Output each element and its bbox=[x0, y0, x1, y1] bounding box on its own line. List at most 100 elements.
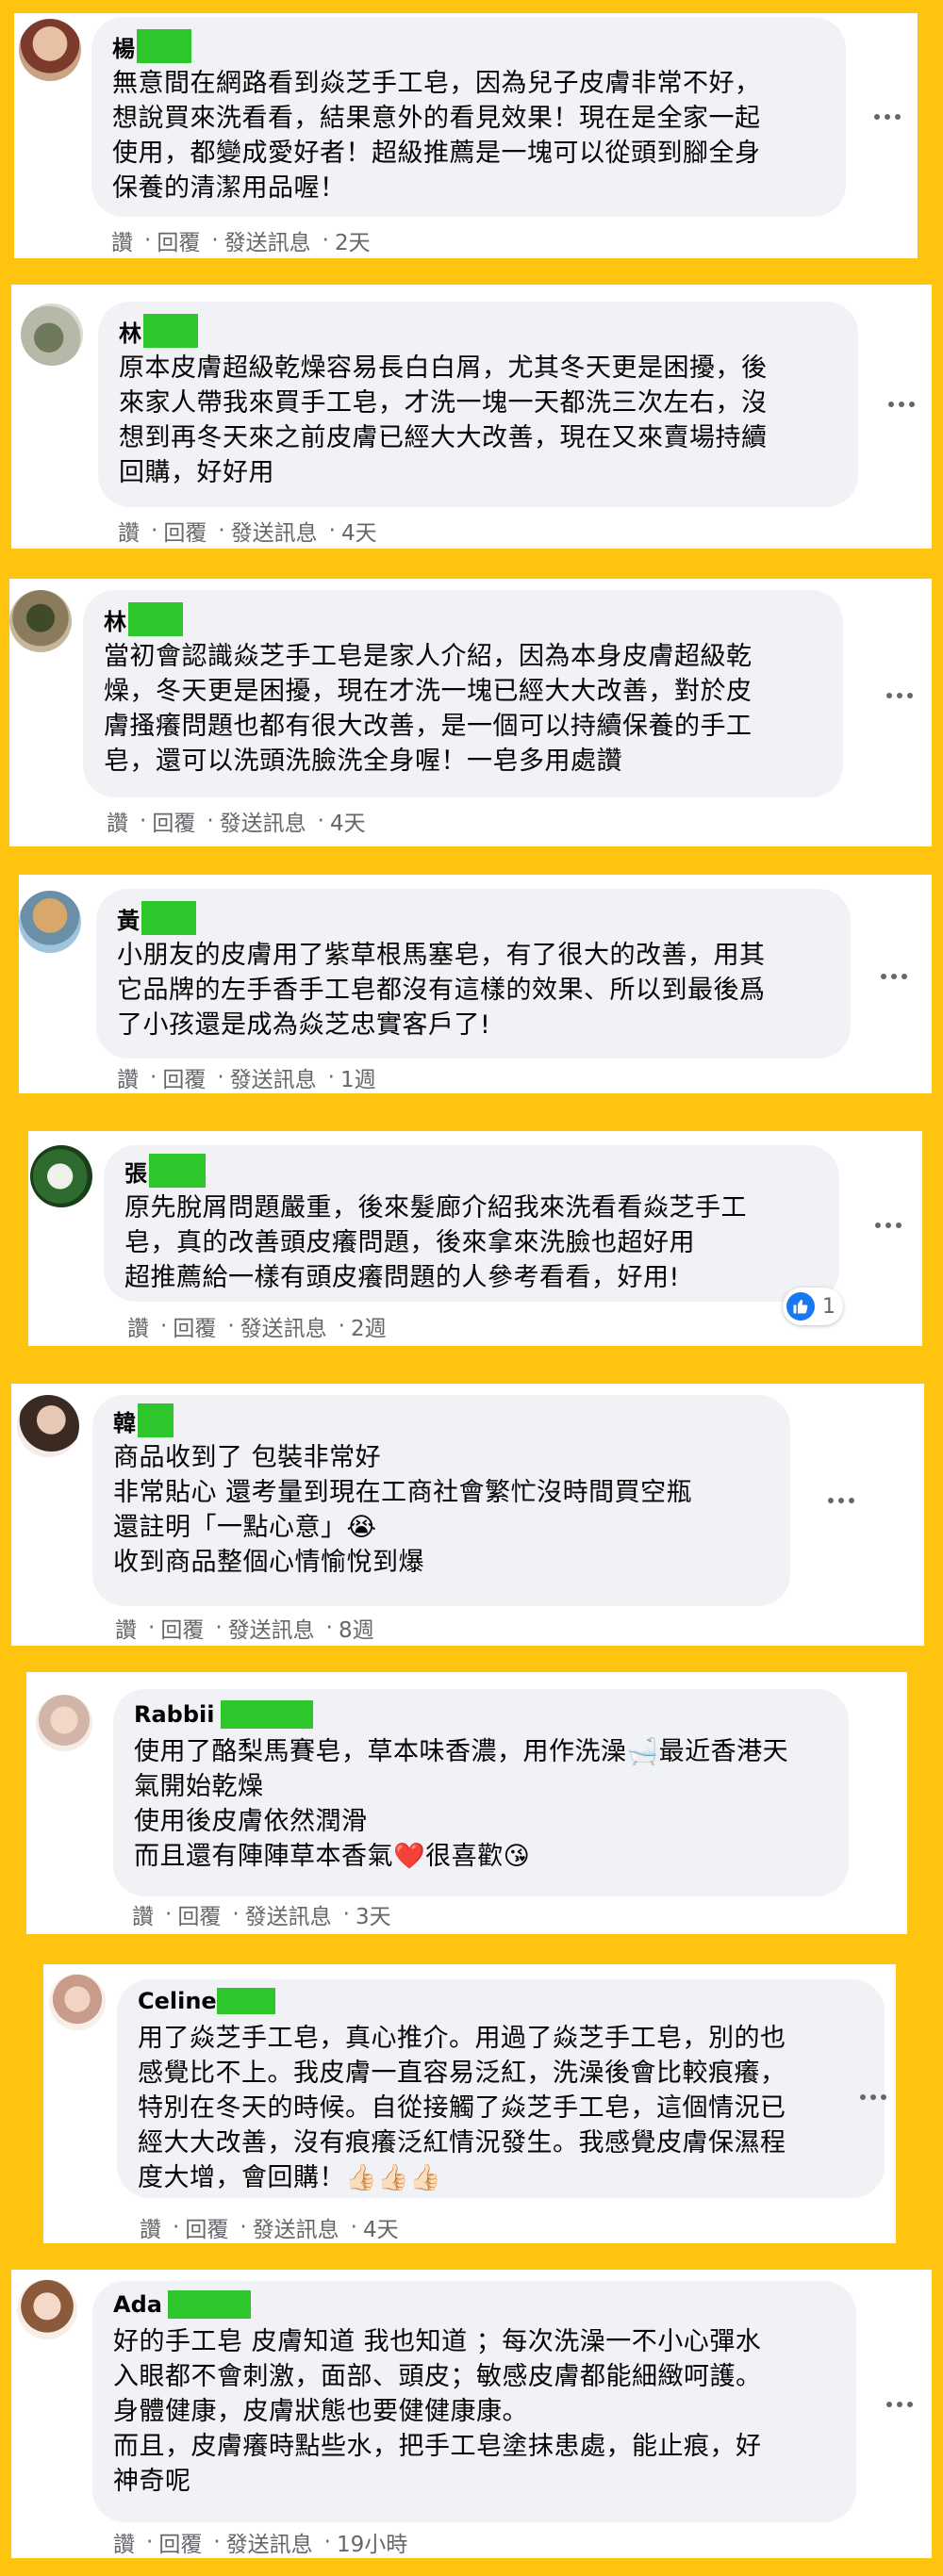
like-link[interactable]: 讚 bbox=[107, 805, 128, 837]
avatar[interactable] bbox=[36, 1695, 92, 1751]
name-redaction bbox=[216, 1988, 275, 2014]
timestamp[interactable]: 4天 bbox=[330, 805, 366, 837]
send-message-link[interactable]: 發送訊息 bbox=[231, 515, 318, 547]
comment-bubble: Rabbii 使用了酪梨馬賽皂，草本味香濃，用作洗澡🛁最近香港天 氣開始乾燥 使… bbox=[113, 1689, 849, 1896]
comment-text: 原先脫屑問題嚴重，後來髮廊介紹我來洗看看焱芝手工 皂，真的改善頭皮癢問題，後來拿… bbox=[124, 1193, 747, 1292]
like-link[interactable]: 讚 bbox=[127, 1310, 149, 1342]
avatar[interactable] bbox=[19, 891, 81, 953]
avatar[interactable] bbox=[9, 590, 72, 652]
name-redaction bbox=[220, 1700, 313, 1729]
like-link[interactable]: 讚 bbox=[140, 2211, 161, 2243]
comment-card: 張 原先脫屑問題嚴重，後來髮廊介紹我來洗看看焱芝手工 皂，真的改善頭皮癢問題，後… bbox=[28, 1131, 922, 1346]
more-options-icon[interactable] bbox=[828, 1498, 854, 1503]
comment-card: Rabbii 使用了酪梨馬賽皂，草本味香濃，用作洗澡🛁最近香港天 氣開始乾燥 使… bbox=[26, 1672, 907, 1934]
send-message-link[interactable]: 發送訊息 bbox=[224, 224, 311, 256]
more-options-icon[interactable] bbox=[875, 1222, 902, 1228]
name-redaction bbox=[149, 1154, 206, 1188]
comment-text: 當初會認識焱芝手工皂是家人介紹，因為本身皮膚超級乾 燥，冬天更是困擾，現在才洗一… bbox=[104, 642, 753, 776]
like-link[interactable]: 讚 bbox=[118, 515, 140, 547]
comment-card: 韓 商品收到了 包裝非常好 非常貼心 還考量到現在工商社會繁忙沒時間買空瓶 還註… bbox=[11, 1384, 924, 1646]
comment-actions: 讚 · 回覆 · 發送訊息 · 19小時 bbox=[113, 2526, 413, 2558]
send-message-link[interactable]: 發送訊息 bbox=[245, 1898, 332, 1930]
comment-text: 使用了酪梨馬賽皂，草本味香濃，用作洗澡🛁最近香港天 氣開始乾燥 使用後皮膚依然潤… bbox=[134, 1737, 789, 1871]
name-redaction bbox=[167, 2290, 251, 2319]
reply-link[interactable]: 回覆 bbox=[152, 805, 195, 837]
send-message-link[interactable]: 發送訊息 bbox=[230, 1061, 317, 1093]
comment-card: 楊 無意間在網路看到焱芝手工皂，因為兒子皮膚非常不好， 想說買來洗看看，結果意外… bbox=[14, 13, 918, 258]
like-link[interactable]: 讚 bbox=[113, 2526, 135, 2558]
reply-link[interactable]: 回覆 bbox=[160, 1612, 204, 1644]
comment-card: 林 原本皮膚超級乾燥容易長白白屑，尤其冬天更是困擾，後 來家人帶我來買手工皂，才… bbox=[11, 285, 932, 549]
commenter-name[interactable]: 林 bbox=[119, 315, 141, 348]
comment-card: Celine 用了焱芝手工皂，真心推介。用過了焱芝手工皂，別的也 感覺比不上。我… bbox=[43, 1964, 896, 2243]
commenter-name[interactable]: Celine bbox=[138, 1988, 217, 2014]
send-message-link[interactable]: 發送訊息 bbox=[253, 2211, 339, 2243]
commenter-name[interactable]: 楊 bbox=[112, 30, 135, 63]
reply-link[interactable]: 回覆 bbox=[162, 1061, 206, 1093]
comment-card: Ada 好的手工皂 皮膚知道 我也知道 ；每次洗澡一不小心彈水 入眼都不會刺激，… bbox=[11, 2270, 932, 2558]
more-options-icon[interactable] bbox=[881, 974, 907, 979]
send-message-link[interactable]: 發送訊息 bbox=[228, 1612, 315, 1644]
commenter-name[interactable]: 黃 bbox=[117, 902, 140, 935]
avatar[interactable] bbox=[17, 1395, 79, 1457]
timestamp[interactable]: 8週 bbox=[339, 1612, 374, 1644]
comment-bubble: 林 原本皮膚超級乾燥容易長白白屑，尤其冬天更是困擾，後 來家人帶我來買手工皂，才… bbox=[98, 302, 858, 507]
more-options-icon[interactable] bbox=[886, 693, 913, 698]
timestamp[interactable]: 2週 bbox=[351, 1310, 387, 1342]
comment-card: 黃 小朋友的皮膚用了紫草根馬塞皂，有了很大的改善，用其 它品牌的左手香手工皂都沒… bbox=[19, 875, 932, 1093]
commenter-name[interactable]: 林 bbox=[104, 603, 126, 636]
more-options-icon[interactable] bbox=[888, 402, 915, 407]
avatar[interactable] bbox=[21, 304, 83, 366]
reply-link[interactable]: 回覆 bbox=[173, 1310, 216, 1342]
reply-link[interactable]: 回覆 bbox=[158, 2526, 202, 2558]
thumbs-up-icon bbox=[786, 1292, 815, 1321]
more-options-icon[interactable] bbox=[874, 114, 901, 120]
like-link[interactable]: 讚 bbox=[117, 1061, 139, 1093]
commenter-name[interactable]: 韓 bbox=[113, 1404, 136, 1437]
comment-bubble: Celine 用了焱芝手工皂，真心推介。用過了焱芝手工皂，別的也 感覺比不上。我… bbox=[117, 1979, 885, 2198]
reply-link[interactable]: 回覆 bbox=[185, 2211, 228, 2243]
more-options-icon[interactable] bbox=[860, 2094, 886, 2100]
name-redaction bbox=[143, 314, 198, 348]
comment-text: 原本皮膚超級乾燥容易長白白屑，尤其冬天更是困擾，後 來家人帶我來買手工皂，才洗一… bbox=[119, 353, 768, 487]
name-redaction bbox=[128, 602, 183, 636]
timestamp[interactable]: 4天 bbox=[341, 515, 377, 547]
timestamp[interactable]: 1週 bbox=[340, 1061, 376, 1093]
comment-bubble: 張 原先脫屑問題嚴重，後來髮廊介紹我來洗看看焱芝手工 皂，真的改善頭皮癢問題，後… bbox=[104, 1145, 839, 1302]
more-options-icon[interactable] bbox=[886, 2402, 913, 2407]
timestamp[interactable]: 4天 bbox=[363, 2211, 399, 2243]
avatar[interactable] bbox=[19, 19, 81, 81]
commenter-name[interactable]: 張 bbox=[124, 1155, 147, 1188]
avatar[interactable] bbox=[17, 2279, 77, 2339]
timestamp[interactable]: 19小時 bbox=[337, 2526, 407, 2558]
comment-text: 商品收到了 包裝非常好 非常貼心 還考量到現在工商社會繁忙沒時間買空瓶 還註明「… bbox=[113, 1443, 693, 1577]
reply-link[interactable]: 回覆 bbox=[157, 224, 200, 256]
comment-card: 林 當初會認識焱芝手工皂是家人介紹，因為本身皮膚超級乾 燥，冬天更是困擾，現在才… bbox=[9, 579, 932, 846]
send-message-link[interactable]: 發送訊息 bbox=[240, 1310, 327, 1342]
commenter-name[interactable]: Rabbii bbox=[134, 1701, 215, 1728]
timestamp[interactable]: 3天 bbox=[356, 1898, 391, 1930]
name-redaction bbox=[141, 901, 196, 935]
comment-bubble: 韓 商品收到了 包裝非常好 非常貼心 還考量到現在工商社會繁忙沒時間買空瓶 還註… bbox=[92, 1395, 790, 1606]
timestamp[interactable]: 2天 bbox=[335, 224, 371, 256]
reaction-count[interactable]: 1 bbox=[783, 1288, 843, 1325]
comment-bubble: 楊 無意間在網路看到焱芝手工皂，因為兒子皮膚非常不好， 想說買來洗看看，結果意外… bbox=[91, 17, 846, 217]
comment-text: 好的手工皂 皮膚知道 我也知道 ；每次洗澡一不小心彈水 入眼都不會刺激，面部、頭… bbox=[113, 2327, 762, 2496]
comment-actions: 讚 · 回覆 · 發送訊息 · 2週 bbox=[127, 1310, 392, 1342]
send-message-link[interactable]: 發送訊息 bbox=[226, 2526, 313, 2558]
commenter-name[interactable]: Ada bbox=[113, 2291, 162, 2318]
avatar[interactable] bbox=[49, 1974, 106, 2030]
comment-actions: 讚 · 回覆 · 發送訊息 · 3天 bbox=[132, 1898, 397, 1930]
name-redaction bbox=[138, 1403, 174, 1437]
reply-link[interactable]: 回覆 bbox=[177, 1898, 221, 1930]
comment-bubble: 林 當初會認識焱芝手工皂是家人介紹，因為本身皮膚超級乾 燥，冬天更是困擾，現在才… bbox=[83, 590, 843, 797]
like-link[interactable]: 讚 bbox=[115, 1612, 137, 1644]
comment-actions: 讚 · 回覆 · 發送訊息 · 4天 bbox=[107, 805, 372, 837]
reply-link[interactable]: 回覆 bbox=[163, 515, 207, 547]
send-message-link[interactable]: 發送訊息 bbox=[220, 805, 306, 837]
like-link[interactable]: 讚 bbox=[111, 224, 133, 256]
like-link[interactable]: 讚 bbox=[132, 1898, 154, 1930]
comment-text: 用了焱芝手工皂，真心推介。用過了焱芝手工皂，別的也 感覺比不上。我皮膚一直容易泛… bbox=[138, 2024, 786, 2192]
avatar[interactable] bbox=[30, 1145, 92, 1207]
comment-text: 無意間在網路看到焱芝手工皂，因為兒子皮膚非常不好， 想說買來洗看看，結果意外的看… bbox=[112, 69, 761, 203]
